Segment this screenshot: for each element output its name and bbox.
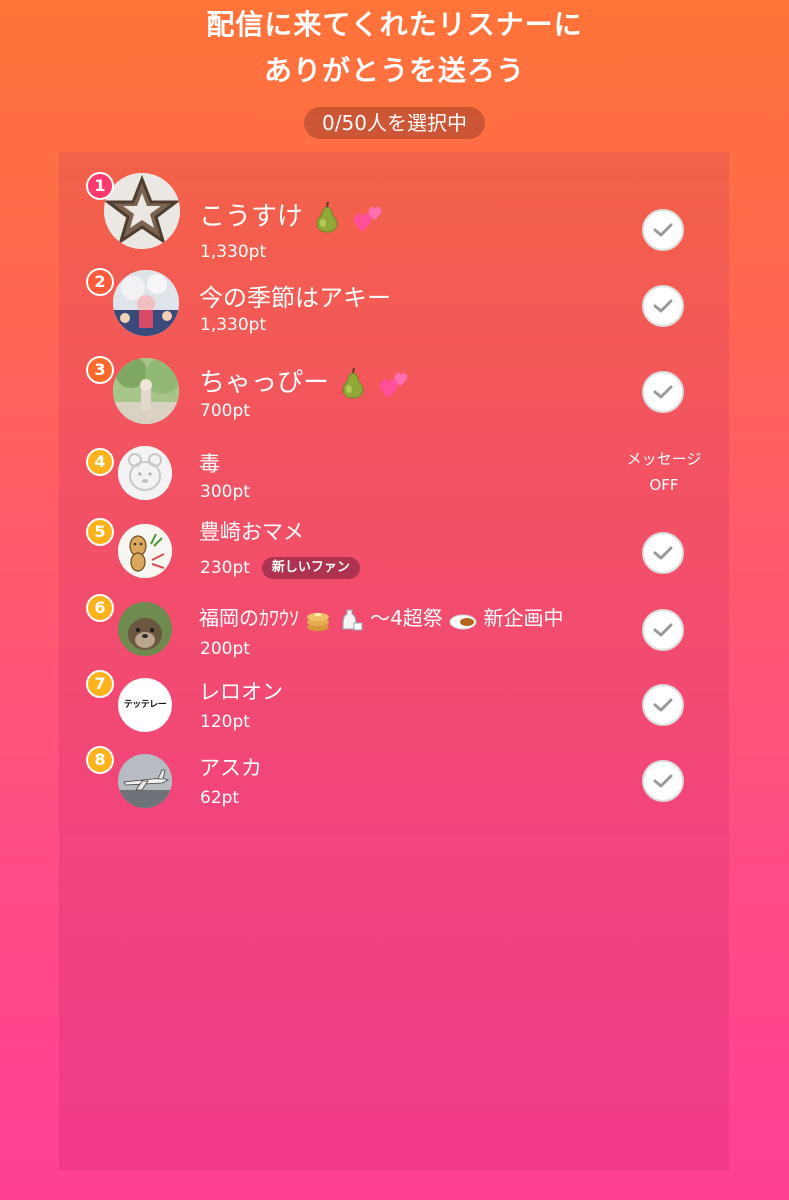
peanut-avatar-image — [118, 524, 172, 578]
page-title-line-1: 配信に来てくれたリスナーに — [206, 8, 583, 41]
listener-row[interactable]: 7 テッテレー レロオン 120pt — [59, 670, 729, 742]
check-icon — [653, 223, 673, 237]
message-state: OFF — [649, 476, 679, 494]
listener-points: 200pt — [200, 639, 250, 659]
star-avatar-image — [104, 173, 180, 249]
avatar — [104, 173, 180, 249]
rank-badge: 6 — [86, 594, 114, 622]
listener-name: ちゃっぴー — [199, 362, 410, 401]
avatar — [113, 358, 179, 424]
message-off-label: メッセージ OFF — [619, 446, 709, 498]
listener-row[interactable]: 3 ちゃっぴー 700pt — [59, 350, 729, 432]
listener-name: 福岡のｶﾜｳｿ 〜4超祭 新企画中 — [199, 602, 564, 633]
listener-points: 1,330pt — [200, 242, 267, 262]
listener-name: レロオン — [199, 680, 283, 704]
listener-row[interactable]: 6 福岡のｶﾜｳｿ 〜4超祭 新企画中 200pt — [59, 594, 729, 666]
rank-badge: 3 — [86, 356, 114, 384]
listener-row[interactable]: 2 今の季節はアキー 1,330pt — [59, 264, 729, 342]
listener-points-text: 230pt — [200, 558, 250, 578]
pear-icon — [316, 201, 338, 233]
listener-name: 毒 — [199, 452, 220, 476]
curry-icon — [449, 614, 477, 629]
select-checkbox[interactable] — [642, 285, 684, 327]
rank-badge: 8 — [86, 746, 114, 774]
listener-points: 300pt — [200, 482, 250, 502]
listener-name-part-3: 新企画中 — [483, 606, 564, 630]
select-checkbox[interactable] — [642, 684, 684, 726]
bear-avatar-image — [118, 446, 172, 500]
header: 配信に来てくれたリスナーに ありがとうを送ろう 0/50人を選択中 — [0, 0, 789, 139]
listener-list: 1 こうすけ 1,330pt 2 今の季節はアキー 1,330pt 3 ちゃっぴ… — [59, 152, 729, 1170]
check-icon — [653, 385, 673, 399]
listener-points: 120pt — [200, 712, 250, 732]
avatar — [118, 524, 172, 578]
listener-name-part-2: 〜4超祭 — [370, 606, 443, 630]
two-hearts-icon — [379, 372, 407, 398]
selection-counter-badge: 0/50人を選択中 — [304, 107, 485, 139]
new-fan-badge: 新しいファン — [261, 557, 360, 579]
listener-row[interactable]: 8 アスカ 62pt — [59, 746, 729, 818]
listener-name-text: こうすけ — [199, 202, 304, 232]
listener-row[interactable]: 5 豊崎おマメ 230pt 新しいファン — [59, 516, 729, 586]
avatar — [113, 270, 179, 336]
rank-badge: 5 — [86, 518, 114, 546]
listener-row: 4 毒 300pt メッセージ OFF — [59, 440, 729, 506]
select-checkbox[interactable] — [642, 371, 684, 413]
select-checkbox[interactable] — [642, 532, 684, 574]
listener-name-text: ちゃっぴー — [199, 368, 330, 398]
rank-badge: 1 — [86, 172, 114, 200]
airplane-avatar-image — [118, 754, 172, 808]
rank-badge: 2 — [86, 268, 114, 296]
select-checkbox[interactable] — [642, 209, 684, 251]
avatar-text: テッテレー — [123, 700, 167, 710]
listener-name-part-1: 福岡のｶﾜｳｿ — [199, 606, 299, 630]
avatar — [118, 446, 172, 500]
otter-avatar-image — [118, 602, 172, 656]
crowd-avatar-image — [113, 270, 179, 336]
pear-icon — [342, 367, 364, 399]
garden-avatar-image — [113, 358, 179, 424]
rank-badge: 7 — [86, 670, 114, 698]
page-title-line-2: ありがとうを送ろう — [263, 54, 525, 87]
avatar: テッテレー — [118, 678, 172, 732]
avatar — [118, 602, 172, 656]
listener-points: 230pt 新しいファン — [200, 557, 360, 579]
listener-points: 700pt — [200, 401, 250, 421]
check-icon — [653, 623, 673, 637]
pancakes-icon — [307, 612, 330, 631]
check-icon — [653, 774, 673, 788]
sake-icon — [342, 609, 363, 630]
check-icon — [653, 698, 673, 712]
two-hearts-icon — [353, 206, 381, 232]
check-icon — [653, 546, 673, 560]
message-label: メッセージ — [626, 450, 702, 468]
check-icon — [653, 299, 673, 313]
listener-name: こうすけ — [199, 196, 384, 235]
rank-badge: 4 — [86, 448, 114, 476]
listener-row[interactable]: 1 こうすけ 1,330pt — [59, 170, 729, 262]
select-checkbox[interactable] — [642, 609, 684, 651]
listener-points: 1,330pt — [200, 315, 267, 335]
listener-name: 今の季節はアキー — [199, 284, 391, 312]
listener-name: 豊崎おマメ — [199, 520, 304, 544]
select-checkbox[interactable] — [642, 760, 684, 802]
listener-name: アスカ — [199, 756, 262, 780]
listener-points: 62pt — [200, 788, 240, 808]
avatar — [118, 754, 172, 808]
